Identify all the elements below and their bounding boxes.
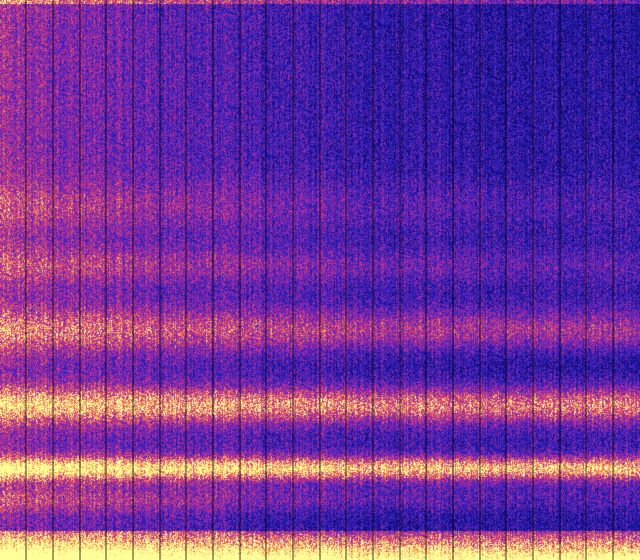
spectrogram-waterfall xyxy=(0,0,640,560)
spectrogram-canvas xyxy=(0,0,640,560)
